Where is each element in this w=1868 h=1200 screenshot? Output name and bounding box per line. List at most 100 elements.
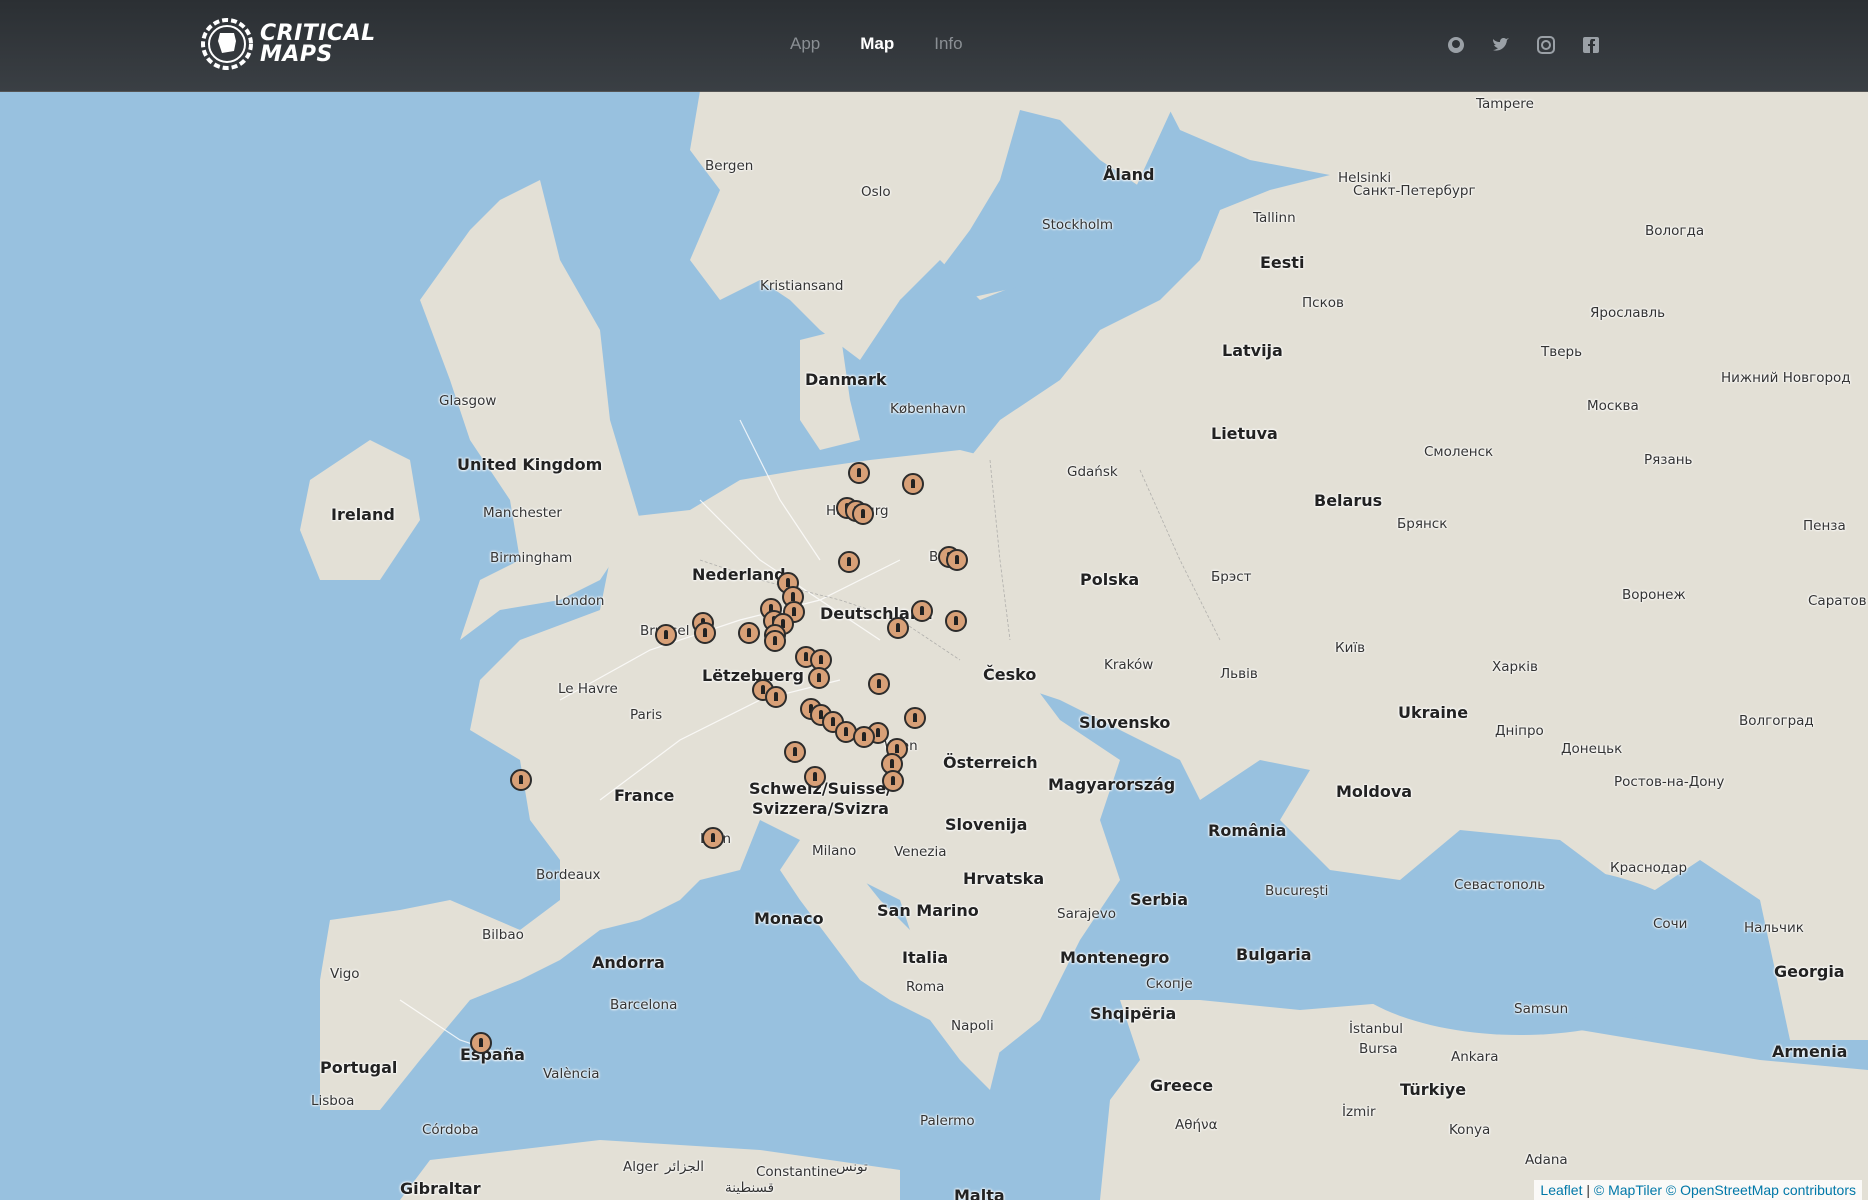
- city-label: Milano: [812, 843, 857, 859]
- twitter-icon[interactable]: [1492, 36, 1512, 56]
- rider-marker[interactable]: [510, 769, 532, 791]
- city-label: Kraków: [1104, 657, 1154, 673]
- city-label: Roma: [906, 979, 945, 995]
- instagram-icon[interactable]: [1537, 36, 1557, 56]
- city-label: Alger: [623, 1159, 659, 1175]
- map-attribution: Leaflet | © MapTiler © OpenStreetMap con…: [1534, 1180, 1862, 1200]
- country-label: Türkiye: [1400, 1080, 1467, 1099]
- rider-marker[interactable]: [868, 673, 890, 695]
- city-label: Stockholm: [1042, 217, 1114, 233]
- country-label: Malta: [954, 1186, 1005, 1200]
- rider-marker[interactable]: [470, 1032, 492, 1054]
- city-label: İzmir: [1342, 1104, 1376, 1120]
- city-label: Воронеж: [1622, 587, 1686, 603]
- city-label: Пенза: [1803, 518, 1846, 534]
- country-label: Georgia: [1774, 962, 1845, 981]
- country-label: Slovenija: [945, 815, 1028, 834]
- city-label: Львів: [1220, 666, 1258, 682]
- rider-marker[interactable]: [946, 549, 968, 571]
- city-label: Lisboa: [311, 1093, 355, 1109]
- city-label: Дніпро: [1495, 723, 1544, 739]
- country-label: Italia: [902, 948, 949, 967]
- rider-marker[interactable]: [904, 707, 926, 729]
- social-links: [1447, 36, 1602, 56]
- rider-marker[interactable]: [764, 630, 786, 652]
- city-label: Le Havre: [558, 681, 618, 697]
- city-label: Bursa: [1359, 1041, 1398, 1057]
- rider-marker[interactable]: [784, 741, 806, 763]
- rider-marker[interactable]: [702, 827, 724, 849]
- logo-text: CRITICAL MAPS: [260, 21, 376, 66]
- attribution-separator: |: [1586, 1182, 1590, 1198]
- city-label: Bergen: [705, 158, 754, 174]
- country-label: Danmark: [805, 370, 887, 389]
- city-label: London: [555, 593, 605, 609]
- country-label: Magyarország: [1048, 775, 1176, 794]
- logo[interactable]: CRITICAL MAPS: [200, 16, 376, 72]
- country-label: România: [1208, 821, 1287, 840]
- city-label: Sarajevo: [1057, 906, 1116, 922]
- city-label: Ankara: [1451, 1049, 1499, 1065]
- country-label: Lëtzebuerg: [702, 666, 804, 685]
- country-label: Belarus: [1314, 491, 1383, 510]
- logo-line1: CRITICAL: [260, 21, 376, 46]
- rider-marker[interactable]: [945, 610, 967, 632]
- city-label: Adana: [1525, 1152, 1568, 1168]
- rider-marker[interactable]: [738, 622, 760, 644]
- country-label: United Kingdom: [457, 455, 603, 474]
- country-label: Gibraltar: [400, 1179, 481, 1198]
- rider-marker[interactable]: [902, 473, 924, 495]
- city-label: Córdoba: [422, 1122, 479, 1138]
- rider-marker[interactable]: [887, 617, 909, 639]
- fist-gear-icon: [201, 18, 253, 70]
- city-label: København: [890, 401, 966, 417]
- country-label: Moldova: [1336, 782, 1413, 801]
- rider-marker[interactable]: [853, 726, 875, 748]
- nav-map[interactable]: Map: [860, 34, 894, 54]
- city-label: Нижний Новгород: [1721, 370, 1851, 386]
- city-label: Скопје: [1146, 976, 1193, 992]
- rider-marker[interactable]: [852, 503, 874, 525]
- city-label: Birmingham: [490, 550, 573, 566]
- rider-marker[interactable]: [911, 600, 933, 622]
- city-label: Konya: [1449, 1122, 1491, 1138]
- maptiler-link[interactable]: © MapTiler: [1594, 1182, 1662, 1198]
- rider-marker[interactable]: [765, 686, 787, 708]
- map-canvas[interactable]: Åland Eesti Latvija Lietuva Danmark Unit…: [0, 0, 1868, 1200]
- city-label: Брэст: [1211, 569, 1252, 585]
- rider-marker[interactable]: [655, 624, 677, 646]
- country-label: Österreich: [943, 753, 1038, 772]
- country-label: Lietuva: [1211, 424, 1278, 443]
- city-label: Glasgow: [439, 393, 497, 409]
- rider-marker[interactable]: [882, 770, 904, 792]
- rider-marker[interactable]: [804, 766, 826, 788]
- nav-info[interactable]: Info: [934, 34, 962, 54]
- city-label: Саратов: [1808, 593, 1867, 609]
- city-label: Харків: [1492, 659, 1538, 675]
- city-label: Barcelona: [610, 997, 678, 1013]
- country-label: San Marino: [877, 901, 979, 920]
- city-label: Санкт-Петербург: [1353, 183, 1476, 199]
- nav-app[interactable]: App: [790, 34, 820, 54]
- github-icon[interactable]: [1447, 36, 1467, 56]
- osm-link[interactable]: © OpenStreetMap contributors: [1666, 1182, 1856, 1198]
- rider-marker[interactable]: [838, 551, 860, 573]
- city-label: Bucureşti: [1265, 883, 1329, 899]
- country-label: Česko: [983, 665, 1037, 684]
- rider-marker[interactable]: [694, 622, 716, 644]
- city-label: Αθήνα: [1175, 1117, 1218, 1133]
- city-label: Рязань: [1644, 452, 1693, 468]
- city-label: الجزائر: [665, 1159, 704, 1175]
- city-label: Venezia: [894, 844, 947, 860]
- main-nav: App Map Info: [790, 34, 963, 54]
- facebook-icon[interactable]: [1582, 36, 1602, 56]
- leaflet-link[interactable]: Leaflet: [1540, 1182, 1582, 1198]
- rider-marker[interactable]: [808, 667, 830, 689]
- country-label: Åland: [1103, 165, 1155, 184]
- city-label: Смоленск: [1424, 444, 1494, 460]
- city-label: Донецьк: [1561, 741, 1623, 757]
- country-label: Svizzera/Svizra: [752, 799, 889, 818]
- city-label: Сочи: [1653, 916, 1688, 932]
- rider-marker[interactable]: [848, 462, 870, 484]
- country-label: Armenia: [1772, 1042, 1848, 1061]
